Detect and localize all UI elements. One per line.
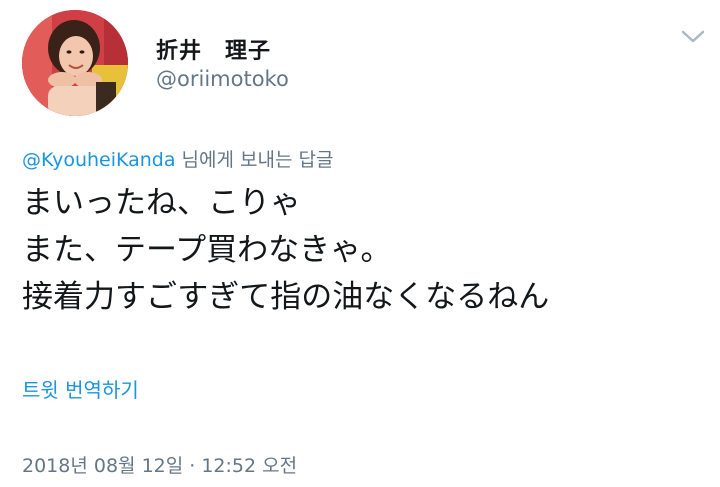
tweet-line: 接着力すごすぎて指の油なくなるねん (22, 279, 550, 315)
reply-suffix: 님에게 보내는 답글 (175, 149, 334, 171)
tweet-line: まいったね、こりゃ (22, 185, 301, 221)
reply-context: @KyouheiKanda 님에게 보내는 답글 (22, 145, 333, 172)
chevron-down-icon[interactable] (680, 28, 706, 46)
profile-photo (22, 10, 128, 116)
reply-mention-link[interactable]: @KyouheiKanda (22, 149, 176, 171)
user-handle[interactable]: @oriimotoko (156, 67, 289, 91)
translate-tweet-link[interactable]: 트윗 번역하기 (22, 374, 139, 403)
tweet-timestamp[interactable]: 2018년 08월 12일 · 12:52 오전 (22, 451, 297, 478)
display-name[interactable]: 折井 理子 (156, 33, 271, 65)
avatar[interactable] (22, 10, 128, 116)
tweet-text: まいったね、こりゃ また、テープ買わなきゃ。 接着力すごすぎて指の油なくなるねん (22, 180, 702, 321)
tweet-line: また、テープ買わなきゃ。 (22, 232, 392, 268)
